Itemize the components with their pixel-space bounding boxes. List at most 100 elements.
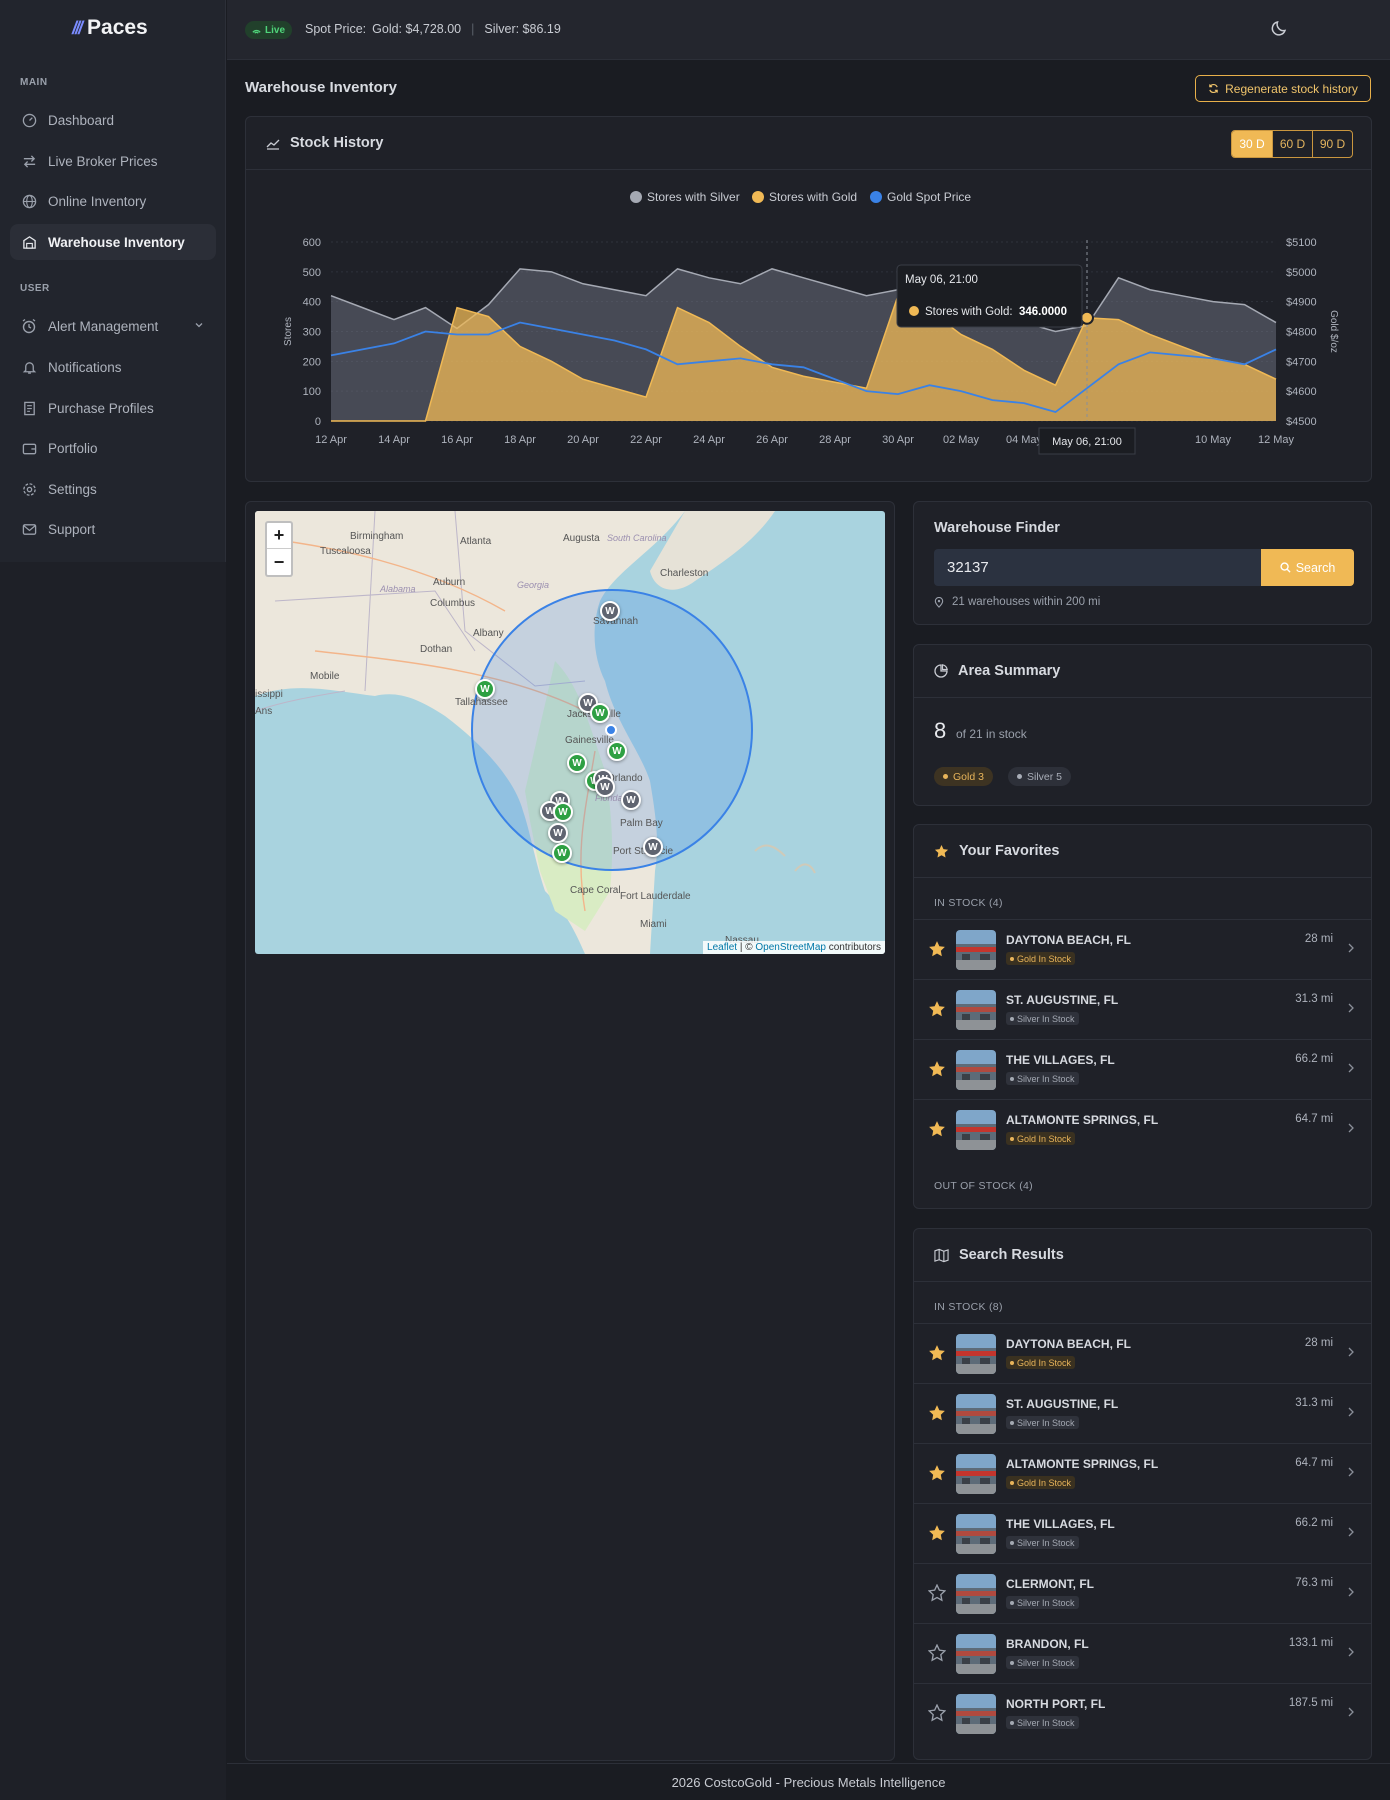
- logo-mark-icon: ///: [72, 17, 83, 38]
- chevron-right-icon: [1347, 1062, 1355, 1076]
- warehouse-marker[interactable]: W: [643, 837, 663, 857]
- warehouse-name: ST. AUGUSTINE, FL: [1006, 1397, 1119, 1411]
- sidebar-item-settings[interactable]: Settings: [10, 471, 216, 507]
- warehouse-marker[interactable]: W: [621, 790, 641, 810]
- stock-history-chart[interactable]: 0 100 200 300 400 500 600 $4500 $4600 $4700 $4800 $…: [246, 171, 1373, 481]
- area-summary-title: Area Summary: [958, 663, 1061, 679]
- favorite-star-icon[interactable]: [928, 1000, 946, 1018]
- warehouse-distance: 66.2 mi: [1295, 1517, 1333, 1529]
- stock-badge-label: Silver In Stock: [1017, 1073, 1075, 1084]
- tooltip-label: Stores with Gold:: [925, 306, 1013, 318]
- nearby-count: 21 warehouses within 200 mi: [934, 596, 1100, 608]
- favorite-star-icon[interactable]: [928, 1120, 946, 1138]
- warehouse-row[interactable]: THE VILLAGES, FL Silver In Stock 66.2 mi: [914, 1503, 1371, 1563]
- warehouse-row[interactable]: CLERMONT, FL Silver In Stock 76.3 mi: [914, 1563, 1371, 1623]
- chevron-right-icon: [1347, 1346, 1355, 1360]
- warehouse-row[interactable]: BRANDON, FL Silver In Stock 133.1 mi: [914, 1623, 1371, 1683]
- zip-input[interactable]: 32137: [934, 549, 1261, 586]
- app-logo[interactable]: /// Paces: [72, 16, 148, 40]
- chevron-right-icon: [1347, 1122, 1355, 1136]
- sidebar-item-purchase-profiles[interactable]: Purchase Profiles: [10, 390, 216, 426]
- stock-badge-label: Silver In Stock: [1017, 1537, 1075, 1548]
- warehouse-name: BRANDON, FL: [1006, 1637, 1089, 1651]
- warehouse-marker-in-stock[interactable]: W: [590, 703, 610, 723]
- stock-badge: Silver In Stock: [1006, 1596, 1079, 1609]
- y2-tick-label: $4600: [1286, 386, 1317, 398]
- warehouse-marker-in-stock[interactable]: W: [552, 843, 572, 863]
- legend-label: Stores with Silver: [647, 190, 740, 204]
- range-30d-button[interactable]: 30 D: [1232, 131, 1272, 157]
- regenerate-stock-history-button[interactable]: Regenerate stock history: [1195, 75, 1371, 102]
- favorite-star-icon[interactable]: [928, 1584, 946, 1602]
- sidebar-item-support[interactable]: Support: [10, 511, 216, 547]
- favorite-star-icon[interactable]: [928, 940, 946, 958]
- warehouse-marker-in-stock[interactable]: W: [475, 679, 495, 699]
- favorite-star-icon[interactable]: [928, 1464, 946, 1482]
- favorite-star-icon[interactable]: [928, 1060, 946, 1078]
- warehouse-row[interactable]: ST. AUGUSTINE, FL Silver In Stock 31.3 mi: [914, 979, 1371, 1039]
- sidebar-item-label: Alert Management: [48, 318, 159, 334]
- y-tick-label: 0: [315, 416, 321, 428]
- favorite-star-icon[interactable]: [928, 1524, 946, 1542]
- stock-dot-icon: [1010, 1720, 1014, 1725]
- warehouse-row[interactable]: NORTH PORT, FL Silver In Stock 187.5 mi: [914, 1683, 1371, 1743]
- warehouse-marker-in-stock[interactable]: W: [553, 802, 573, 822]
- theme-toggle-moon-icon[interactable]: [1270, 18, 1294, 42]
- warehouse-marker[interactable]: W: [548, 823, 568, 843]
- chevron-right-icon: [1347, 1406, 1355, 1420]
- favorite-star-icon[interactable]: [928, 1644, 946, 1662]
- warehouse-map[interactable]: Birmingham Atlanta Augusta South Carolina Tu…: [255, 511, 885, 954]
- area-summary-header: Area Summary: [914, 645, 1371, 698]
- sidebar-item-portfolio[interactable]: Portfolio: [10, 430, 216, 466]
- warehouse-thumbnail: [956, 930, 996, 970]
- sidebar-item-alert-management[interactable]: Alert Management: [10, 308, 216, 344]
- warehouse-row[interactable]: DAYTONA BEACH, FL Gold In Stock 28 mi: [914, 1323, 1371, 1383]
- favorite-star-icon[interactable]: [928, 1404, 946, 1422]
- warehouse-distance: 187.5 mi: [1288, 1697, 1333, 1709]
- osm-link[interactable]: OpenStreetMap: [755, 942, 826, 953]
- sidebar-item-warehouse-inventory[interactable]: Warehouse Inventory: [10, 224, 216, 260]
- y2-axis-title: Gold $/oz: [1328, 310, 1339, 353]
- spot-separator: |: [471, 22, 475, 36]
- stock-dot-icon: [1010, 1076, 1014, 1081]
- x-tick-label: 02 May: [943, 434, 980, 446]
- favorite-star-icon[interactable]: [928, 1704, 946, 1722]
- leaflet-link[interactable]: Leaflet: [707, 942, 737, 953]
- sidebar-item-online-inventory[interactable]: Online Inventory: [10, 183, 216, 219]
- zoom-in-button[interactable]: +: [267, 523, 291, 549]
- warehouse-icon: [20, 233, 38, 251]
- chevron-right-icon: [1347, 1002, 1355, 1016]
- warehouse-row[interactable]: DAYTONA BEACH, FL Gold In Stock 28 mi: [914, 919, 1371, 979]
- favorites-in-stock-label: IN STOCK (4): [934, 897, 1003, 909]
- sidebar-item-dashboard[interactable]: Dashboard: [10, 102, 216, 138]
- warehouse-name: NORTH PORT, FL: [1006, 1697, 1106, 1711]
- x-tick-label: 12 May: [1258, 434, 1295, 446]
- range-90d-button[interactable]: 90 D: [1312, 131, 1352, 157]
- warehouse-marker[interactable]: W: [595, 777, 615, 797]
- warehouse-name: CLERMONT, FL: [1006, 1577, 1094, 1591]
- warehouse-marker-in-stock[interactable]: W: [607, 741, 627, 761]
- legend-marker: [752, 191, 764, 203]
- range-60d-button[interactable]: 60 D: [1272, 131, 1312, 157]
- favorite-star-icon[interactable]: [928, 1344, 946, 1362]
- warehouse-row[interactable]: ALTAMONTE SPRINGS, FL Gold In Stock 64.7 m…: [914, 1443, 1371, 1503]
- stock-badge-label: Gold In Stock: [1017, 1133, 1072, 1144]
- warehouse-marker[interactable]: W: [600, 601, 620, 621]
- sidebar-item-notifications[interactable]: Notifications: [10, 349, 216, 385]
- search-button[interactable]: Search: [1261, 549, 1354, 586]
- warehouse-row[interactable]: ST. AUGUSTINE, FL Silver In Stock 31.3 mi: [914, 1383, 1371, 1443]
- zoom-out-button[interactable]: −: [267, 549, 291, 575]
- favorites-out-of-stock-label[interactable]: OUT OF STOCK (4): [934, 1180, 1033, 1192]
- sidebar-item-live-broker-prices[interactable]: Live Broker Prices: [10, 143, 216, 179]
- stock-badge-label: Silver In Stock: [1017, 1417, 1075, 1428]
- warehouse-marker-in-stock[interactable]: W: [567, 753, 587, 773]
- map-city-label: Tuscaloosa: [320, 546, 371, 557]
- warehouse-thumbnail: [956, 990, 996, 1030]
- sidebar-background: [0, 562, 226, 1800]
- legend-marker: [870, 191, 882, 203]
- x-tick-label: 18 Apr: [504, 434, 536, 446]
- warehouse-row[interactable]: THE VILLAGES, FL Silver In Stock 66.2 mi: [914, 1039, 1371, 1099]
- stock-badge: Gold In Stock: [1006, 952, 1076, 965]
- topbar: Live Spot Price: Gold: $4,728.00 | Silve…: [227, 0, 1390, 60]
- warehouse-row[interactable]: ALTAMONTE SPRINGS, FL Gold In Stock 64.7 m…: [914, 1099, 1371, 1159]
